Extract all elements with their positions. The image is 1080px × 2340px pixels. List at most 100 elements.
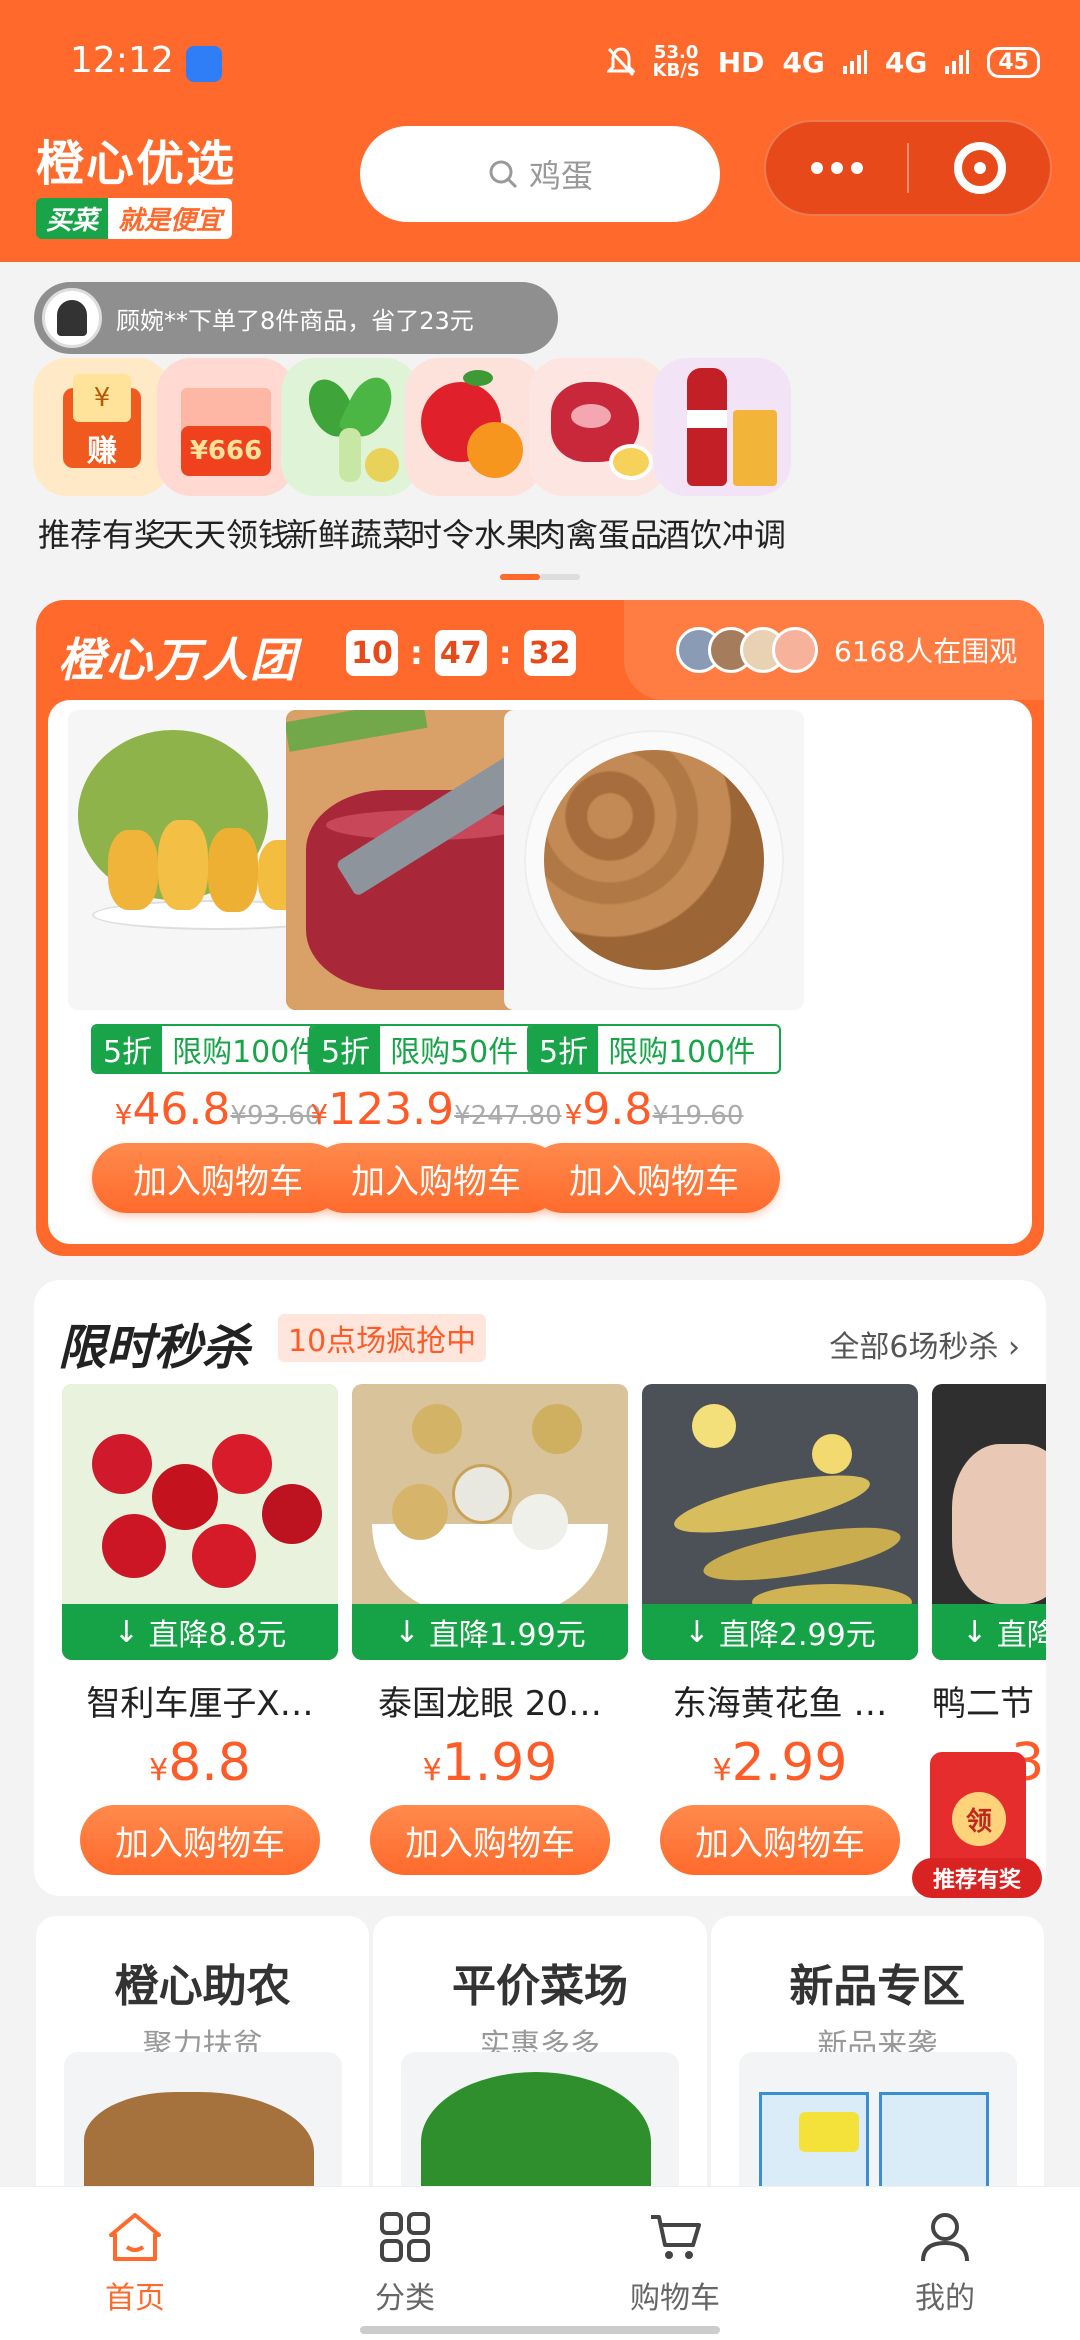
watchers-badge[interactable]: 6168人在围观 bbox=[624, 600, 1044, 700]
page-dot-active bbox=[500, 574, 540, 580]
add-to-cart-button[interactable]: 加入购物车 bbox=[660, 1805, 900, 1875]
add-to-cart-button[interactable]: 加入购物车 bbox=[80, 1805, 320, 1875]
status-time: 12:12 bbox=[70, 40, 174, 81]
tab-category[interactable]: 分类 bbox=[270, 2187, 540, 2340]
envelope-seal: 领 bbox=[952, 1792, 1006, 1846]
status-indicators: 53.0 KB/S HD 4G 4G 45 bbox=[606, 44, 1040, 80]
tab-label: 我的 bbox=[915, 2281, 975, 2316]
arrow-down-icon: ↓ bbox=[962, 1614, 988, 1650]
android-icon bbox=[186, 46, 222, 82]
longan-image: ↓ 直降1.99元 bbox=[352, 1384, 628, 1660]
tab-home[interactable]: 首页 bbox=[0, 2187, 270, 2340]
tab-label: 购物车 bbox=[630, 2281, 720, 2316]
tab-label: 首页 bbox=[105, 2281, 165, 2316]
product-name: 智利车厘子X… bbox=[86, 1684, 314, 1724]
price-drop-badge: ↓ 直降1.99元 bbox=[352, 1604, 628, 1660]
category-item[interactable]: 酒饮冲调 bbox=[642, 358, 802, 556]
signal-2: 4G bbox=[884, 45, 928, 79]
cart-icon bbox=[651, 2215, 701, 2259]
drink-icon bbox=[653, 358, 791, 496]
group-buy-card: 橙心万人团 10 : 47 : 32 6168人在围观 5折 限购100件 ¥4… bbox=[36, 600, 1044, 1256]
greens-image bbox=[401, 2052, 680, 2196]
section-value-market[interactable]: 平价菜场 实惠多多 bbox=[373, 1916, 707, 2196]
discount-tag: 5折 限购100件 bbox=[527, 1024, 781, 1074]
category-label: 酒饮冲调 bbox=[657, 516, 786, 554]
section-title: 新品专区 bbox=[789, 1961, 966, 2012]
duck-image: ↓ 直降 bbox=[932, 1384, 1046, 1660]
section-help-farmers[interactable]: 橙心助农 聚力扶贫 bbox=[36, 1916, 370, 2196]
price: ¥9.8¥19.60 bbox=[504, 1084, 804, 1135]
status-bar: 12:12 53.0 KB/S HD 4G 4G 45 bbox=[0, 0, 1080, 120]
view-all-link[interactable]: 全部6场秒杀 › bbox=[829, 1322, 1020, 1366]
timer-seconds: 32 bbox=[523, 630, 576, 676]
logo-title: 橙心优选 bbox=[36, 136, 237, 192]
tab-profile[interactable]: 我的 bbox=[810, 2187, 1080, 2340]
section-new-products[interactable]: 新品专区 新品来袭 bbox=[710, 1916, 1044, 2196]
cherry-image: ↓ 直降8.8元 bbox=[62, 1384, 338, 1660]
signal-bars-icon-2 bbox=[945, 50, 970, 74]
currency: ¥ bbox=[564, 1098, 583, 1131]
flash-item[interactable]: ↓ 直降 鸭二节 ¥3 bbox=[932, 1384, 1046, 1793]
price: ¥2.99 bbox=[642, 1733, 918, 1793]
group-buy-title: 橙心万人团 bbox=[58, 633, 298, 687]
hd-indicator: HD bbox=[717, 45, 765, 79]
currency: ¥ bbox=[149, 1753, 169, 1788]
almond-image bbox=[504, 710, 804, 1010]
bottom-tab-bar: 首页 分类 购物车 我的 bbox=[0, 2186, 1080, 2340]
countdown-timer: 10 : 47 : 32 bbox=[346, 630, 576, 676]
limit-label: 限购100件 bbox=[608, 1035, 756, 1070]
price: ¥8.8 bbox=[62, 1733, 338, 1793]
more-menu-icon[interactable] bbox=[766, 162, 907, 174]
close-miniprogram-icon[interactable] bbox=[909, 142, 1050, 194]
arrow-down-icon: ↓ bbox=[394, 1614, 420, 1650]
flash-sale-card: 限时秒杀 10点场疯抢中 全部6场秒杀 › ↓ 直降8.8元 智利车厘子X… ¥… bbox=[34, 1280, 1046, 1896]
search-bar[interactable]: 鸡蛋 bbox=[360, 126, 720, 222]
price-drop-badge: ↓ 直降 bbox=[932, 1604, 1046, 1660]
arrow-down-icon: ↓ bbox=[684, 1614, 710, 1650]
price-value: 2.99 bbox=[731, 1733, 848, 1793]
signal-1: 4G bbox=[782, 45, 825, 79]
floating-reward-button[interactable]: 领 推荐有奖 bbox=[912, 1752, 1042, 1898]
tab-cart[interactable]: 购物车 bbox=[540, 2187, 810, 2340]
category-row: ¥ 赚 推荐有奖 ¥666 天天领钱 新鲜蔬菜 时令水果 肉禽蛋品 酒饮冲调 bbox=[0, 358, 1080, 558]
original-price: ¥19.60 bbox=[652, 1101, 744, 1131]
chevron-right-icon: › bbox=[1008, 1330, 1020, 1365]
group-buy-list: 5折 限购100件 ¥46.8¥93.60 加入购物车 5折 限购50件 ¥12… bbox=[48, 700, 1032, 1244]
category-page-indicator bbox=[500, 574, 580, 580]
flash-sale-badge: 10点场疯抢中 bbox=[278, 1314, 487, 1362]
flash-item[interactable]: ↓ 直降8.8元 智利车厘子X… ¥8.8 加入购物车 bbox=[62, 1384, 338, 1875]
price: ¥1.99 bbox=[352, 1733, 628, 1793]
price-value: 123.9 bbox=[328, 1084, 455, 1135]
flash-item[interactable]: ↓ 直降1.99元 泰国龙眼 20… ¥1.99 加入购物车 bbox=[352, 1384, 628, 1875]
signal-bars-icon bbox=[842, 50, 867, 74]
search-placeholder: 鸡蛋 bbox=[528, 157, 593, 195]
group-buy-header: 橙心万人团 10 : 47 : 32 6168人在围观 bbox=[36, 600, 1044, 700]
timer-minutes: 47 bbox=[434, 630, 487, 676]
view-all-label: 全部6场秒杀 bbox=[829, 1330, 999, 1365]
timer-hours: 10 bbox=[346, 630, 398, 676]
home-indicator[interactable] bbox=[360, 2326, 720, 2334]
add-to-cart-button[interactable]: 加入购物车 bbox=[528, 1143, 780, 1213]
page-dot bbox=[540, 574, 580, 580]
logo-slogan: 买菜 就是便宜 bbox=[36, 198, 266, 239]
price-value: 8.8 bbox=[168, 1733, 251, 1793]
header: 12:12 53.0 KB/S HD 4G 4G 45 橙心优选 买菜 就是便宜… bbox=[0, 0, 1080, 262]
logo-slogan-b: 就是便宜 bbox=[108, 198, 233, 239]
money-glyph: ¥666 bbox=[181, 426, 271, 476]
reward-glyph: 赚 bbox=[87, 434, 117, 469]
grid-icon bbox=[380, 2212, 430, 2262]
discount-label: 5折 bbox=[93, 1026, 163, 1072]
price-drop-text: 直降 bbox=[996, 1618, 1046, 1653]
product-name: 泰国龙眼 20… bbox=[377, 1684, 603, 1724]
tab-label: 分类 bbox=[375, 2281, 435, 2316]
flash-item[interactable]: ↓ 直降2.99元 东海黄花鱼 … ¥2.99 加入购物车 bbox=[642, 1384, 918, 1875]
tissue-image bbox=[738, 2052, 1017, 2196]
group-item[interactable]: 5折 限购100件 ¥9.8¥19.60 加入购物车 bbox=[504, 710, 804, 1213]
price-value: 46.8 bbox=[132, 1084, 231, 1135]
flash-sale-title: 限时秒杀 bbox=[58, 1320, 251, 1376]
add-to-cart-button[interactable]: 加入购物车 bbox=[370, 1805, 610, 1875]
search-icon bbox=[489, 160, 518, 189]
floating-reward-label: 推荐有奖 bbox=[912, 1858, 1042, 1898]
price-drop-badge: ↓ 直降8.8元 bbox=[62, 1604, 338, 1660]
price-drop-badge: ↓ 直降2.99元 bbox=[642, 1604, 918, 1660]
